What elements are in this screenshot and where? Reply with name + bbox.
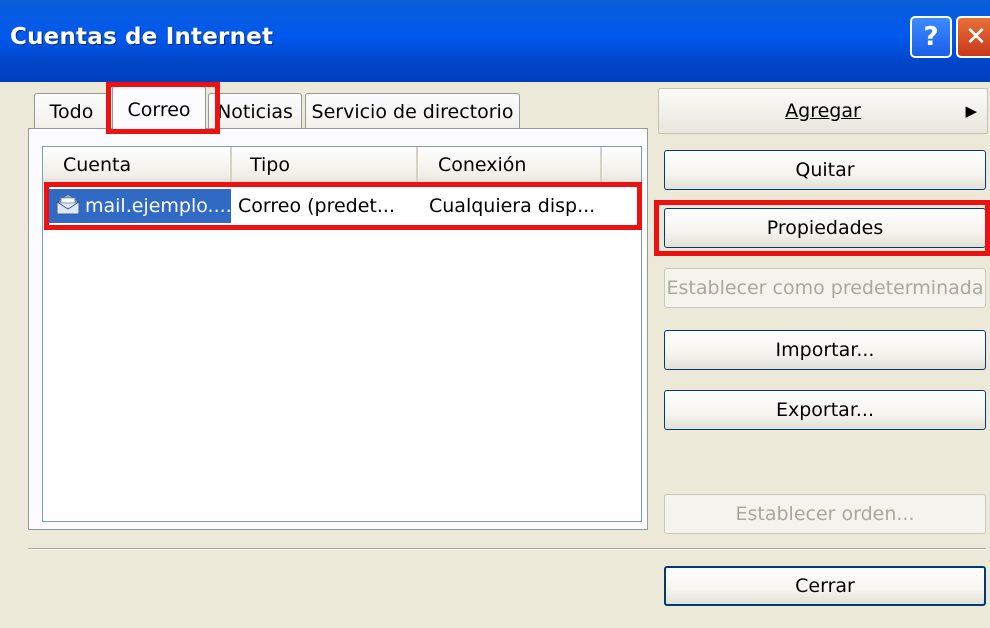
tab-label: Servicio de directorio [311,101,514,123]
cell-conexion: Cualquiera disp... [429,195,596,217]
help-icon: ? [923,22,939,52]
column-label: Conexión [438,154,527,176]
cell-cuenta: mail.ejemplo.... [49,189,232,223]
set-order-button[interactable]: Establecer orden... [664,494,986,534]
tab-correo[interactable]: Correo [112,86,206,132]
close-dialog-button[interactable]: Cerrar [664,566,986,606]
accounts-list[interactable]: Cuenta Tipo Conexión mail.ejemplo.... Co… [42,146,642,522]
help-button[interactable]: ? [910,16,952,58]
column-header-tipo[interactable]: Tipo [232,147,418,183]
window-title: Cuentas de Internet [10,24,274,50]
tab-todo[interactable]: Todo [34,93,109,130]
close-button[interactable]: ✕ [956,16,990,58]
column-header-cuenta[interactable]: Cuenta [43,147,232,183]
close-icon: ✕ [965,22,987,52]
tab-label: Correo [127,98,191,121]
tab-label: Todo [49,101,94,123]
tab-servicio-directorio[interactable]: Servicio de directorio [305,93,520,130]
tab-label: Noticias [217,101,293,123]
list-item[interactable]: mail.ejemplo.... Correo (predet... Cualq… [45,189,639,223]
column-label: Tipo [250,154,290,176]
set-default-button[interactable]: Establecer como predeterminada [664,268,986,308]
account-name: mail.ejemplo.... [85,195,232,217]
properties-button[interactable]: Propiedades [664,208,986,248]
export-button[interactable]: Exportar... [664,390,986,430]
separator [28,548,986,550]
tab-noticias[interactable]: Noticias [208,93,302,130]
import-button[interactable]: Importar... [664,330,986,370]
add-button[interactable]: Agregar ▶ [658,88,988,134]
remove-button[interactable]: Quitar [664,150,986,190]
column-label: Cuenta [63,154,132,176]
submenu-arrow-icon: ▶ [965,102,977,120]
mail-account-icon [55,192,81,221]
list-header: Cuenta Tipo Conexión [43,147,641,184]
title-bar[interactable]: Cuentas de Internet ? ✕ [0,0,990,82]
add-button-label: Agregar [785,100,861,122]
column-header-conexion[interactable]: Conexión [418,147,602,183]
cell-tipo: Correo (predet... [238,195,395,217]
